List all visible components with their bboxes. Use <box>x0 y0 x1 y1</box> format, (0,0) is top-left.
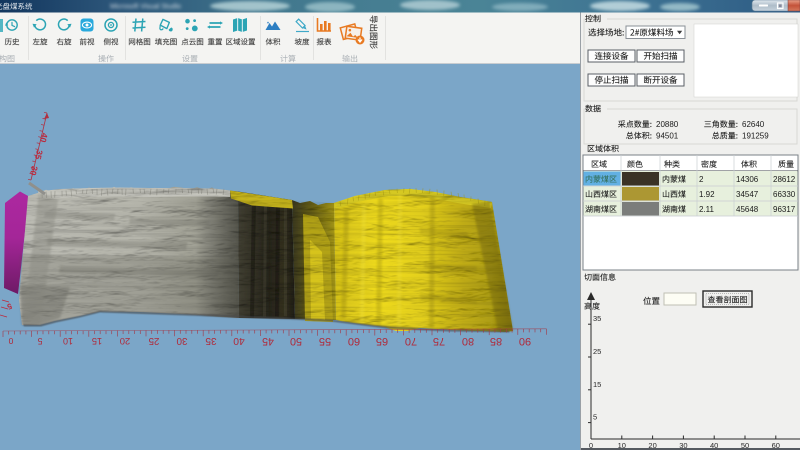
svg-text:15: 15 <box>593 380 601 389</box>
svg-text:5: 5 <box>37 336 42 346</box>
svg-text:70: 70 <box>405 335 417 347</box>
svg-text:75: 75 <box>433 335 445 347</box>
svg-text:45648: 45648 <box>736 205 759 214</box>
svg-text:28612: 28612 <box>773 175 796 184</box>
svg-text:55: 55 <box>319 335 331 347</box>
svg-text:94501: 94501 <box>656 132 679 141</box>
svg-text:1.92: 1.92 <box>699 190 715 199</box>
svg-text:30: 30 <box>176 335 187 346</box>
svg-text:14306: 14306 <box>736 175 759 184</box>
svg-text:35: 35 <box>593 314 601 323</box>
svg-text:Microsoft Visual Studio: Microsoft Visual Studio <box>110 4 181 11</box>
svg-text:34547: 34547 <box>736 190 759 199</box>
svg-text:191259: 191259 <box>742 132 769 141</box>
svg-text:65: 65 <box>376 335 388 347</box>
svg-text:90: 90 <box>519 335 531 347</box>
svg-text:35: 35 <box>205 335 217 346</box>
svg-text:5: 5 <box>593 413 597 422</box>
svg-text:60: 60 <box>348 335 360 347</box>
svg-text:40: 40 <box>233 335 245 346</box>
svg-text:66330: 66330 <box>773 190 796 199</box>
svg-text:50: 50 <box>290 335 302 347</box>
svg-text:62640: 62640 <box>742 120 765 129</box>
svg-text:25: 25 <box>149 335 160 346</box>
svg-text:45: 45 <box>262 335 274 347</box>
svg-text:10: 10 <box>63 336 73 346</box>
svg-text:80: 80 <box>462 335 474 347</box>
svg-text:96317: 96317 <box>773 205 796 214</box>
svg-text:2.11: 2.11 <box>699 205 715 214</box>
svg-text:2: 2 <box>699 175 704 184</box>
svg-text:0: 0 <box>8 336 13 346</box>
svg-text:20880: 20880 <box>656 120 679 129</box>
svg-text:25: 25 <box>593 347 601 356</box>
svg-text:85: 85 <box>490 335 502 347</box>
svg-text:20: 20 <box>120 335 131 346</box>
svg-text:15: 15 <box>92 336 102 346</box>
